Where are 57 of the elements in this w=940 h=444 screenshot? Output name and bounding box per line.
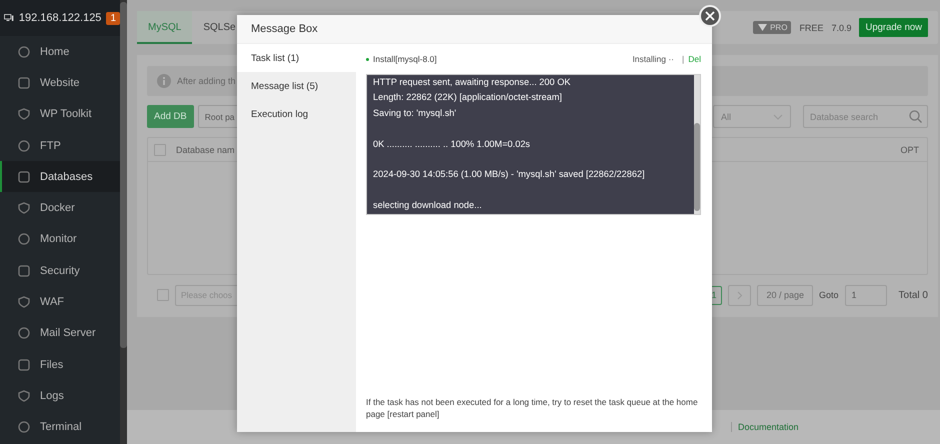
sidebar-item[interactable]: WP Toolkit [0,98,120,130]
sidebar-item[interactable]: Mail Server [0,318,120,349]
menu-item-icon [18,76,30,89]
pro-badge: PRO [753,21,792,34]
sidebar-item[interactable]: FTP [0,130,120,162]
select-all-checkbox[interactable] [154,144,166,156]
upgrade-button[interactable]: Upgrade now [859,18,928,37]
sidebar-item[interactable]: Databases [0,161,120,192]
status-dot-icon [366,58,369,60]
sidebar-item[interactable]: Monitor [0,224,120,256]
goto-input[interactable]: 1 [844,284,887,306]
close-icon[interactable] [699,5,721,27]
menu-item-icon [18,233,30,246]
column-header: OPT [900,144,919,154]
hint-text: If the task has not been executed for a long time, try to reset the task queue at the home page [restart panel] [366,396,699,420]
caret-icon [773,114,783,120]
total-count: Total 0 [898,290,928,300]
task-status: Installing ·· [632,54,674,64]
log-text: HTTP request sent, awaiting response... 200 OK Length: 22862 (22K) [application/octet-stream] Saving to: 'mysql.sh' 0K .......... .......... .. 100% 1.00M=0.02s 2024-09-30 14:05:56 (1.00 MB/s) - 'mysql.sh' saved [22862/22862] selecting download node... [372,76,646,212]
sidebar-item[interactable]: Home [0,36,120,68]
menu-item-icon [18,390,30,402]
notice-text: After adding th [177,76,236,86]
menu-item-icon [18,421,30,434]
menu-item-icon [18,327,30,340]
sidebar-item[interactable]: Files [0,348,120,380]
menu-item-icon [18,170,30,183]
sidebar-item[interactable]: Logs [0,380,120,412]
separator: | [682,54,684,64]
next-page-button[interactable] [728,284,752,306]
batch-checkbox[interactable] [157,289,169,301]
server-address: 192.168.122.125 [18,12,102,24]
edition-label: FREE [799,22,824,32]
version-label: 7.0.9 [831,22,852,32]
sidebar-item[interactable]: WAF [0,286,120,318]
chevron-right-icon [736,290,743,300]
dialog-nav-item[interactable]: Message list (5) [237,72,356,100]
menu-item-icon [18,358,30,371]
menu-item-icon [18,296,30,308]
scrollbar[interactable] [694,75,700,214]
menu-item-icon [18,108,30,120]
info-icon [157,74,171,88]
goto-label: Goto [819,290,839,300]
menu-item-icon [18,202,30,214]
sidebar-item[interactable]: Security [0,255,120,286]
sidebar-item[interactable]: Terminal [0,412,120,443]
dialog-title: Message Box [251,23,318,35]
menu-item-icon [18,140,30,152]
task-name: Install[mysql-8.0] [373,54,437,64]
column-header: Database nam [176,144,235,154]
search-icon [909,110,922,123]
sidebar-item[interactable]: Docker [0,192,120,224]
sidebar-item[interactable]: Website [0,67,120,99]
menu-item-icon [18,46,30,58]
menu-item-icon [18,264,30,277]
notification-count[interactable]: 1 [106,12,120,24]
dialog-nav-item[interactable]: Task list (1) [237,44,356,72]
scrollbar[interactable] [120,0,127,444]
